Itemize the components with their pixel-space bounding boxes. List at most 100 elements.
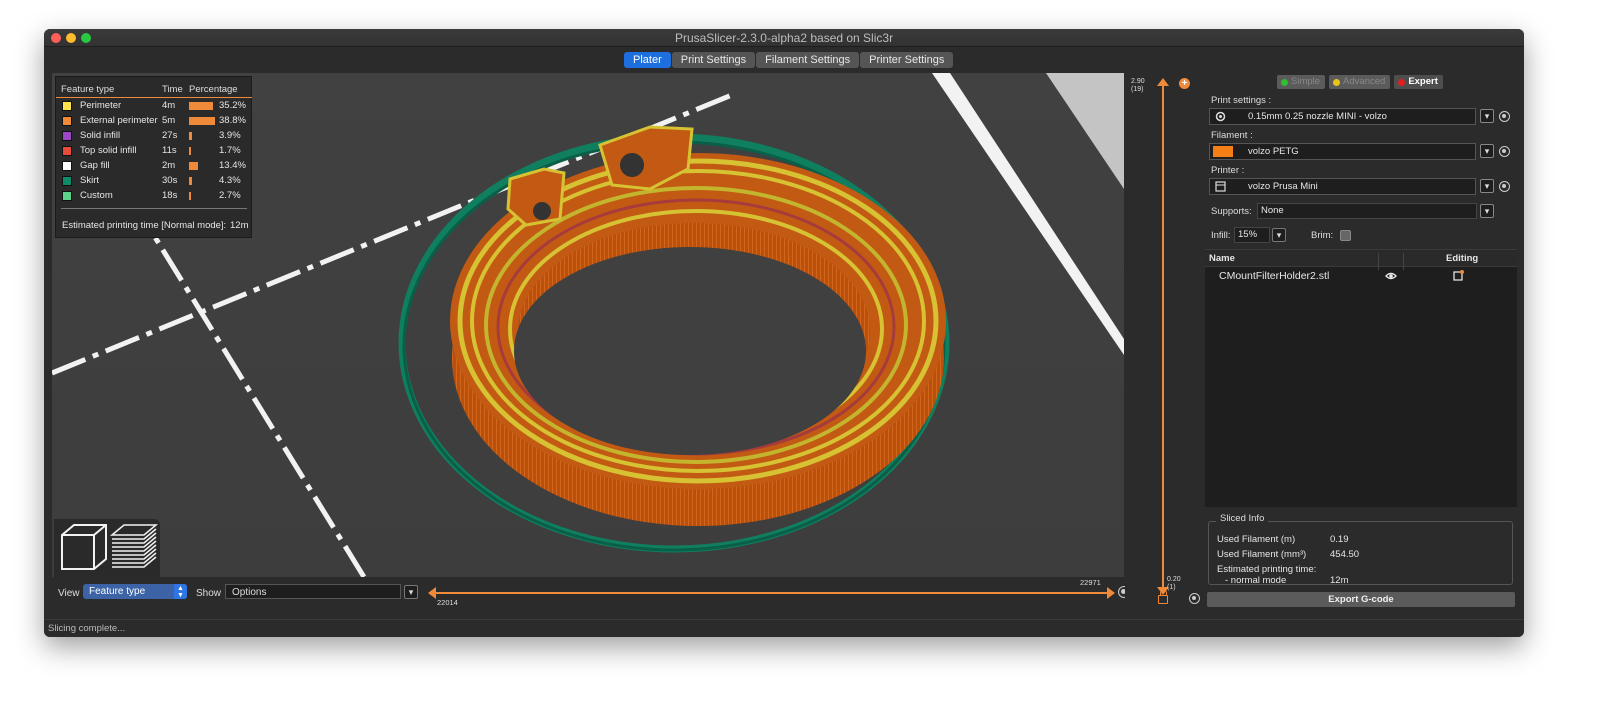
legend-color-swatch (62, 116, 72, 126)
printer-combo[interactable]: volzo Prusa Mini (1209, 178, 1476, 195)
printer-dropdown-button[interactable]: ▾ (1480, 179, 1494, 193)
slider-bottom-value: 22014 (437, 598, 458, 607)
layer-bottom-label: 0.20 (1) (1167, 576, 1181, 592)
legend-color-swatch (62, 101, 72, 111)
feature-type-legend: Feature type Time Percentage Perimeter 4m… (55, 76, 252, 238)
title-bar: PrusaSlicer-2.3.0-alpha2 based on Slic3r (44, 29, 1524, 47)
show-options-dropdown-button[interactable]: ▾ (404, 585, 418, 599)
mode-simple-button[interactable]: Simple (1277, 75, 1326, 89)
chevron-down-icon: ▾ (1484, 181, 1490, 191)
legend-feature-percentage: 38.8% (219, 115, 246, 126)
layer-bottom-height: 0.20 (1167, 576, 1181, 583)
legend-feature-percentage: 3.9% (219, 130, 241, 141)
chevron-down-icon: ▾ (1484, 146, 1490, 156)
layer-top-label: 2.90 (19) (1131, 78, 1145, 94)
slider-right-thumb-icon[interactable] (1107, 587, 1117, 599)
vertical-layer-slider[interactable] (1162, 81, 1164, 589)
tab-filament-settings[interactable]: Filament Settings (756, 52, 860, 68)
close-window-button[interactable] (51, 33, 61, 43)
app-window: PrusaSlicer-2.3.0-alpha2 based on Slic3r… (44, 29, 1524, 637)
object-list-row[interactable]: CMountFilterHolder2.stl (1205, 268, 1517, 284)
layer-top-height: 2.90 (1131, 78, 1145, 85)
print-settings-value: 0.15mm 0.25 nozzle MINI - volzo (1248, 111, 1387, 122)
mode-expert-label: Expert (1408, 76, 1438, 87)
eye-icon[interactable] (1385, 272, 1397, 280)
legend-feature-percentage: 35.2% (219, 100, 246, 111)
tab-print-settings[interactable]: Print Settings (671, 52, 756, 68)
legend-feature-percentage: 2.7% (219, 190, 241, 201)
object-list: Name Editing CMountFilterHolder2.stl (1205, 249, 1517, 507)
preview-3d-viewport[interactable]: Feature type Time Percentage Perimeter 4m… (52, 73, 1124, 577)
printer-value: volzo Prusa Mini (1248, 181, 1318, 192)
minimize-window-button[interactable] (66, 33, 76, 43)
filament-dropdown-button[interactable]: ▾ (1480, 144, 1494, 158)
legend-feature-time: 2m (162, 160, 176, 171)
slider-top-thumb-icon[interactable] (1157, 78, 1169, 86)
legend-feature-name: Gap fill (80, 160, 110, 171)
clip-tab-hole (620, 153, 644, 177)
layer-slider-gear-icon[interactable] (1189, 593, 1200, 604)
zoom-window-button[interactable] (81, 33, 91, 43)
legend-feature-time: 4m (162, 100, 176, 111)
normal-mode-row: - normal mode 12m (1225, 575, 1348, 586)
clip-tab-hole (533, 202, 551, 220)
legend-feature-name: Top solid infill (80, 145, 137, 156)
print-settings-edit-gear-icon[interactable] (1499, 111, 1510, 122)
sliced-info-box: Sliced Info Used Filament (m) 0.19 Used … (1208, 513, 1513, 586)
window-title: PrusaSlicer-2.3.0-alpha2 based on Slic3r (674, 31, 894, 45)
legend-feature-time: 5m (162, 115, 176, 126)
show-options-select[interactable]: Options (225, 584, 401, 599)
brim-label: Brim: (1311, 230, 1334, 241)
view-type-select[interactable]: Feature type ▲ ▼ (83, 584, 187, 599)
legend-feature-name: Perimeter (80, 100, 122, 111)
add-color-change-plus-icon[interactable]: + (1179, 78, 1190, 89)
estimated-time-label: Estimated printing time: (1217, 564, 1317, 575)
chevron-down-icon: ▾ (408, 587, 414, 597)
infill-value: 15% (1238, 229, 1258, 240)
legend-estimated-label: Estimated printing time [Normal mode]: (62, 220, 227, 231)
used-filament-mm3-label: Used Filament (mm³) (1217, 549, 1307, 560)
layers-view-icon[interactable] (54, 519, 160, 577)
legend-percentage-bar (189, 102, 213, 110)
legend-percentage-bar (189, 117, 215, 125)
legend-percentage-bar (189, 192, 191, 200)
print-settings-dropdown-button[interactable]: ▾ (1480, 109, 1494, 123)
chevron-down-icon: ▾ (1484, 206, 1490, 216)
legend-color-swatch (62, 131, 72, 141)
advanced-mode-dot-icon (1333, 78, 1341, 86)
used-filament-m-row: Used Filament (m) 0.19 (1217, 534, 1349, 545)
brim-checkbox[interactable] (1340, 230, 1351, 241)
used-filament-mm3-value: 454.50 (1330, 549, 1360, 560)
object-list-col-name: Name (1209, 253, 1235, 264)
legend-color-swatch (62, 146, 72, 156)
horizontal-move-slider[interactable] (433, 592, 1113, 594)
tab-printer-settings[interactable]: Printer Settings (860, 52, 954, 68)
filament-edit-gear-icon[interactable] (1499, 146, 1510, 157)
legend-estimated-value: 12m (230, 220, 249, 231)
legend-row: Solid infill 27s 3.9% (56, 129, 252, 144)
layer-slider-panel: 2.90 (19) 0.20 (1) + (1125, 73, 1205, 607)
filament-combo[interactable]: volzo PETG (1209, 143, 1476, 160)
infill-dropdown-button[interactable]: ▾ (1272, 228, 1286, 242)
status-bar: Slicing complete... (44, 619, 1524, 637)
used-filament-m-value: 0.19 (1330, 534, 1349, 545)
legend-separator (61, 208, 247, 209)
legend-color-swatch (62, 176, 72, 186)
print-settings-combo[interactable]: 0.15mm 0.25 nozzle MINI - volzo (1209, 108, 1476, 125)
tab-plater[interactable]: Plater (624, 52, 671, 68)
simple-mode-dot-icon (1281, 78, 1288, 86)
lock-icon[interactable] (1158, 590, 1168, 604)
sliced-info-title: Sliced Info (1216, 513, 1269, 524)
supports-dropdown-button[interactable]: ▾ (1480, 204, 1494, 218)
chevron-down-icon: ▾ (1484, 111, 1490, 121)
legend-feature-name: Solid infill (80, 130, 121, 141)
mode-expert-button[interactable]: Expert (1394, 75, 1443, 89)
export-gcode-button[interactable]: Export G-code (1207, 592, 1515, 607)
supports-select[interactable]: None (1257, 203, 1477, 219)
edit-object-icon[interactable] (1453, 270, 1464, 281)
object-list-header: Name Editing (1205, 250, 1517, 270)
estimated-time-label-row: Estimated printing time: (1217, 564, 1316, 575)
mode-advanced-button[interactable]: Advanced (1329, 75, 1391, 89)
infill-select[interactable]: 15% (1234, 227, 1270, 243)
printer-edit-gear-icon[interactable] (1499, 181, 1510, 192)
